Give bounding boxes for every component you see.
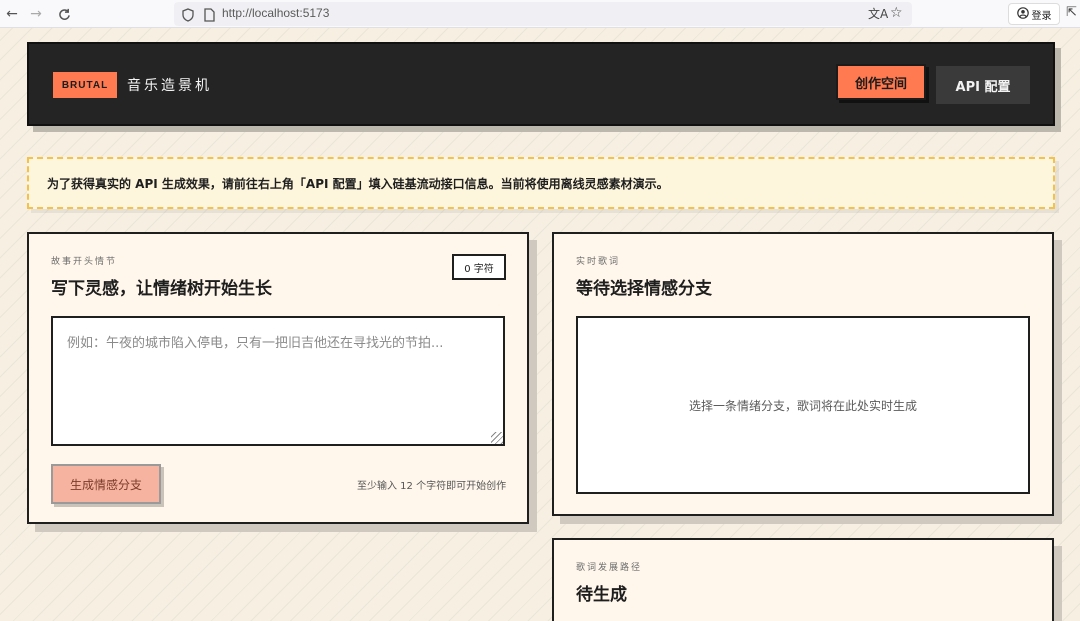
address-bar[interactable]: http://localhost:5173 文A ☆ [174, 2, 912, 26]
page-icon [204, 7, 215, 26]
app-header: BRUTAL 音乐造景机 创作空间 API 配置 [27, 42, 1055, 126]
forward-arrow-icon[interactable]: → [26, 4, 46, 24]
extensions-icon[interactable]: ⇱ [1066, 5, 1077, 20]
story-card: 故事开头情节 写下灵感，让情绪树开始生长 0 字符 生成情感分支 至少输入 12… [27, 232, 529, 524]
translate-icon[interactable]: 文A [868, 5, 888, 22]
url-text[interactable]: http://localhost:5173 [222, 6, 329, 20]
lyrics-title: 等待选择情感分支 [576, 279, 712, 299]
lyrics-empty-text: 选择一条情绪分支，歌词将在此处实时生成 [688, 398, 917, 413]
api-notice-banner: 为了获得真实的 API 生成效果，请前往右上角「API 配置」填入硅基流动接口信… [27, 157, 1055, 209]
lyrics-display: 选择一条情绪分支，歌词将在此处实时生成 [576, 316, 1030, 494]
back-arrow-icon[interactable]: ← [2, 4, 22, 24]
account-icon [1016, 6, 1029, 22]
app-title: 音乐造景机 [127, 78, 212, 94]
shield-icon[interactable] [182, 7, 194, 26]
api-config-button[interactable]: API 配置 [936, 66, 1030, 104]
lyrics-card: 实时歌词 等待选择情感分支 选择一条情绪分支，歌词将在此处实时生成 [552, 232, 1054, 516]
notice-text: 为了获得真实的 API 生成效果，请前往右上角「API 配置」填入硅基流动接口信… [47, 176, 669, 191]
reload-icon[interactable] [54, 4, 74, 24]
browser-toolbar: ← → http://localhost:5173 文A ☆ 登录 ⇱ [0, 0, 1080, 28]
story-input[interactable] [51, 316, 505, 446]
brand-badge: BRUTAL [53, 72, 117, 98]
story-kicker: 故事开头情节 [51, 257, 118, 267]
story-title: 写下灵感，让情绪树开始生长 [51, 279, 272, 299]
workspace-button[interactable]: 创作空间 [836, 64, 926, 100]
login-button[interactable]: 登录 [1008, 3, 1060, 25]
lyrics-path-card: 歌词发展路径 待生成 [552, 538, 1054, 621]
char-count-badge: 0 字符 [452, 254, 506, 280]
login-label: 登录 [1031, 10, 1052, 22]
resize-handle[interactable] [491, 432, 503, 444]
generate-branches-button[interactable]: 生成情感分支 [51, 464, 161, 504]
path-title: 待生成 [576, 585, 627, 605]
lyrics-kicker: 实时歌词 [576, 257, 621, 267]
bookmark-star-icon[interactable]: ☆ [890, 5, 903, 21]
min-length-hint: 至少输入 12 个字符即可开始创作 [357, 481, 507, 492]
path-kicker: 歌词发展路径 [576, 563, 643, 573]
